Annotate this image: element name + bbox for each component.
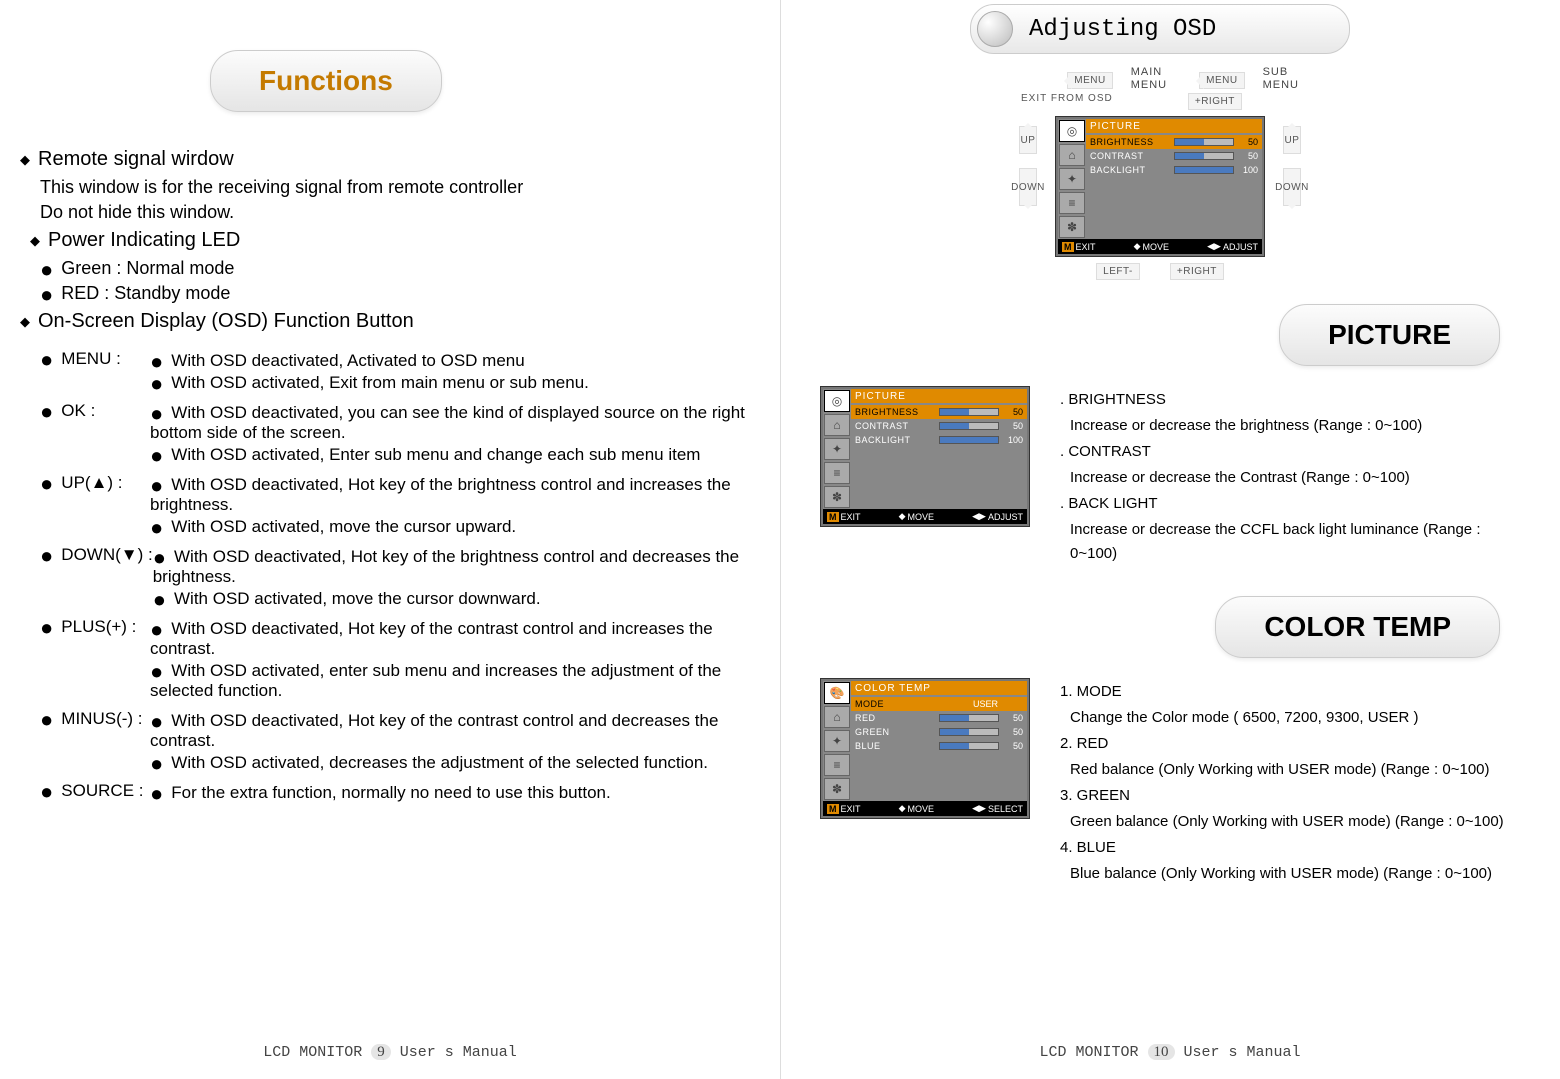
power-red: ●RED : Standby mode bbox=[40, 283, 750, 304]
osd-row-backlight: BACKLIGHT 100 bbox=[1086, 163, 1262, 177]
picture-section: ◎ ⌂ ✦ ≡ ✽ PICTURE BRIGHTNESS50 CONTRAST5… bbox=[820, 386, 1530, 566]
colortemp-section-title: COLOR TEMP bbox=[1215, 596, 1500, 658]
tab-icon: ⌂ bbox=[1059, 144, 1085, 166]
tab-icon: ✽ bbox=[824, 486, 850, 508]
remote-line2: Do not hide this window. bbox=[40, 202, 750, 223]
power-heading: ◆Power Indicating LED bbox=[30, 229, 750, 252]
exit-osd-label: EXIT FROM OSD bbox=[1021, 93, 1113, 104]
left-page: Functions ◆Remote signal wirdow This win… bbox=[0, 0, 780, 1079]
submenu-right-arrow: +RIGHT bbox=[1188, 93, 1242, 110]
tab-icon: ✽ bbox=[824, 778, 850, 800]
submenu-menu-arrow: MENU bbox=[1199, 72, 1244, 89]
picture-description: . BRIGHTNESS Increase or decrease the br… bbox=[1060, 386, 1530, 566]
sub-up-arrow: UP bbox=[1283, 126, 1301, 154]
sub-down-arrow: DOWN bbox=[1283, 168, 1301, 206]
osd-panel-colortemp: 🎨 ⌂ ✦ ≡ ✽ COLOR TEMP MODE USER RED50 GRE… bbox=[820, 678, 1030, 819]
right-footer: LCD MONITOR 10 User s Manual bbox=[780, 1044, 1560, 1061]
knob-icon bbox=[977, 11, 1013, 47]
osd-navigation-diagram: MENU EXIT FROM OSD MAIN MENU MENU +RIGHT… bbox=[900, 64, 1420, 284]
tab-icon: ✦ bbox=[1059, 168, 1085, 190]
osd-row-mode: MODE USER bbox=[851, 697, 1027, 711]
fn-source: ●SOURCE : ●For the extra function, norma… bbox=[40, 781, 750, 805]
functions-title: Functions bbox=[210, 50, 442, 112]
picture-tab-icon: ◎ bbox=[824, 390, 850, 412]
colortemp-section: 🎨 ⌂ ✦ ≡ ✽ COLOR TEMP MODE USER RED50 GRE… bbox=[820, 678, 1530, 886]
osd-row-brightness: BRIGHTNESS 50 bbox=[1086, 135, 1262, 149]
fn-plus: ●PLUS(+) : ●With OSD deactivated, Hot ke… bbox=[40, 617, 750, 703]
adjusting-osd-title: Adjusting OSD bbox=[970, 4, 1350, 54]
picture-section-title: PICTURE bbox=[1279, 304, 1500, 366]
left-page-number: 9 bbox=[371, 1044, 391, 1060]
osd-heading: ◆On-Screen Display (OSD) Function Button bbox=[20, 310, 750, 333]
left-footer: LCD MONITOR 9 User s Manual bbox=[0, 1044, 780, 1061]
osd-row-contrast: CONTRAST 50 bbox=[1086, 149, 1262, 163]
fn-ok: ●OK : ●With OSD deactivated, you can see… bbox=[40, 401, 750, 467]
remote-heading: ◆Remote signal wirdow bbox=[20, 148, 750, 171]
bottom-right-arrow: +RIGHT bbox=[1170, 263, 1224, 280]
main-up-arrow: UP bbox=[1019, 126, 1037, 154]
osd-section-title: PICTURE bbox=[1086, 119, 1262, 133]
function-list: ●MENU : ●With OSD deactivated, Activated… bbox=[20, 349, 750, 805]
osd-panel-diagram: ◎ ⌂ ✦ ≡ ✽ PICTURE BRIGHTNESS 50 bbox=[1055, 116, 1265, 257]
osd-panel-picture: ◎ ⌂ ✦ ≡ ✽ PICTURE BRIGHTNESS50 CONTRAST5… bbox=[820, 386, 1030, 527]
tab-icon: ≡ bbox=[1059, 192, 1085, 214]
tab-icon: ✽ bbox=[1059, 216, 1085, 238]
main-down-arrow: DOWN bbox=[1019, 168, 1037, 206]
tab-icon: ≡ bbox=[824, 462, 850, 484]
fn-menu: ●MENU : ●With OSD deactivated, Activated… bbox=[40, 349, 750, 395]
right-page: Adjusting OSD MENU EXIT FROM OSD MAIN ME… bbox=[780, 0, 1560, 1079]
colortemp-description: 1. MODE Change the Color mode ( 6500, 72… bbox=[1060, 678, 1530, 886]
tab-icon: ✦ bbox=[824, 730, 850, 752]
fn-minus: ●MINUS(-) : ●With OSD deactivated, Hot k… bbox=[40, 709, 750, 775]
picture-tab-icon: ◎ bbox=[1059, 120, 1085, 142]
fn-up: ●UP(▲) : ●With OSD deactivated, Hot key … bbox=[40, 473, 750, 539]
tab-icon: ⌂ bbox=[824, 414, 850, 436]
tab-icon: ⌂ bbox=[824, 706, 850, 728]
right-page-number: 10 bbox=[1148, 1044, 1175, 1060]
fn-down: ●DOWN(▼) : ●With OSD deactivated, Hot ke… bbox=[40, 545, 750, 611]
remote-line1: This window is for the receiving signal … bbox=[40, 177, 750, 198]
power-green: ●Green : Normal mode bbox=[40, 258, 750, 279]
colortemp-tab-icon: 🎨 bbox=[824, 682, 850, 704]
tab-icon: ≡ bbox=[824, 754, 850, 776]
tab-icon: ✦ bbox=[824, 438, 850, 460]
menu-arrow-left: MENU bbox=[1067, 72, 1112, 89]
bottom-left-arrow: LEFT- bbox=[1096, 263, 1140, 280]
